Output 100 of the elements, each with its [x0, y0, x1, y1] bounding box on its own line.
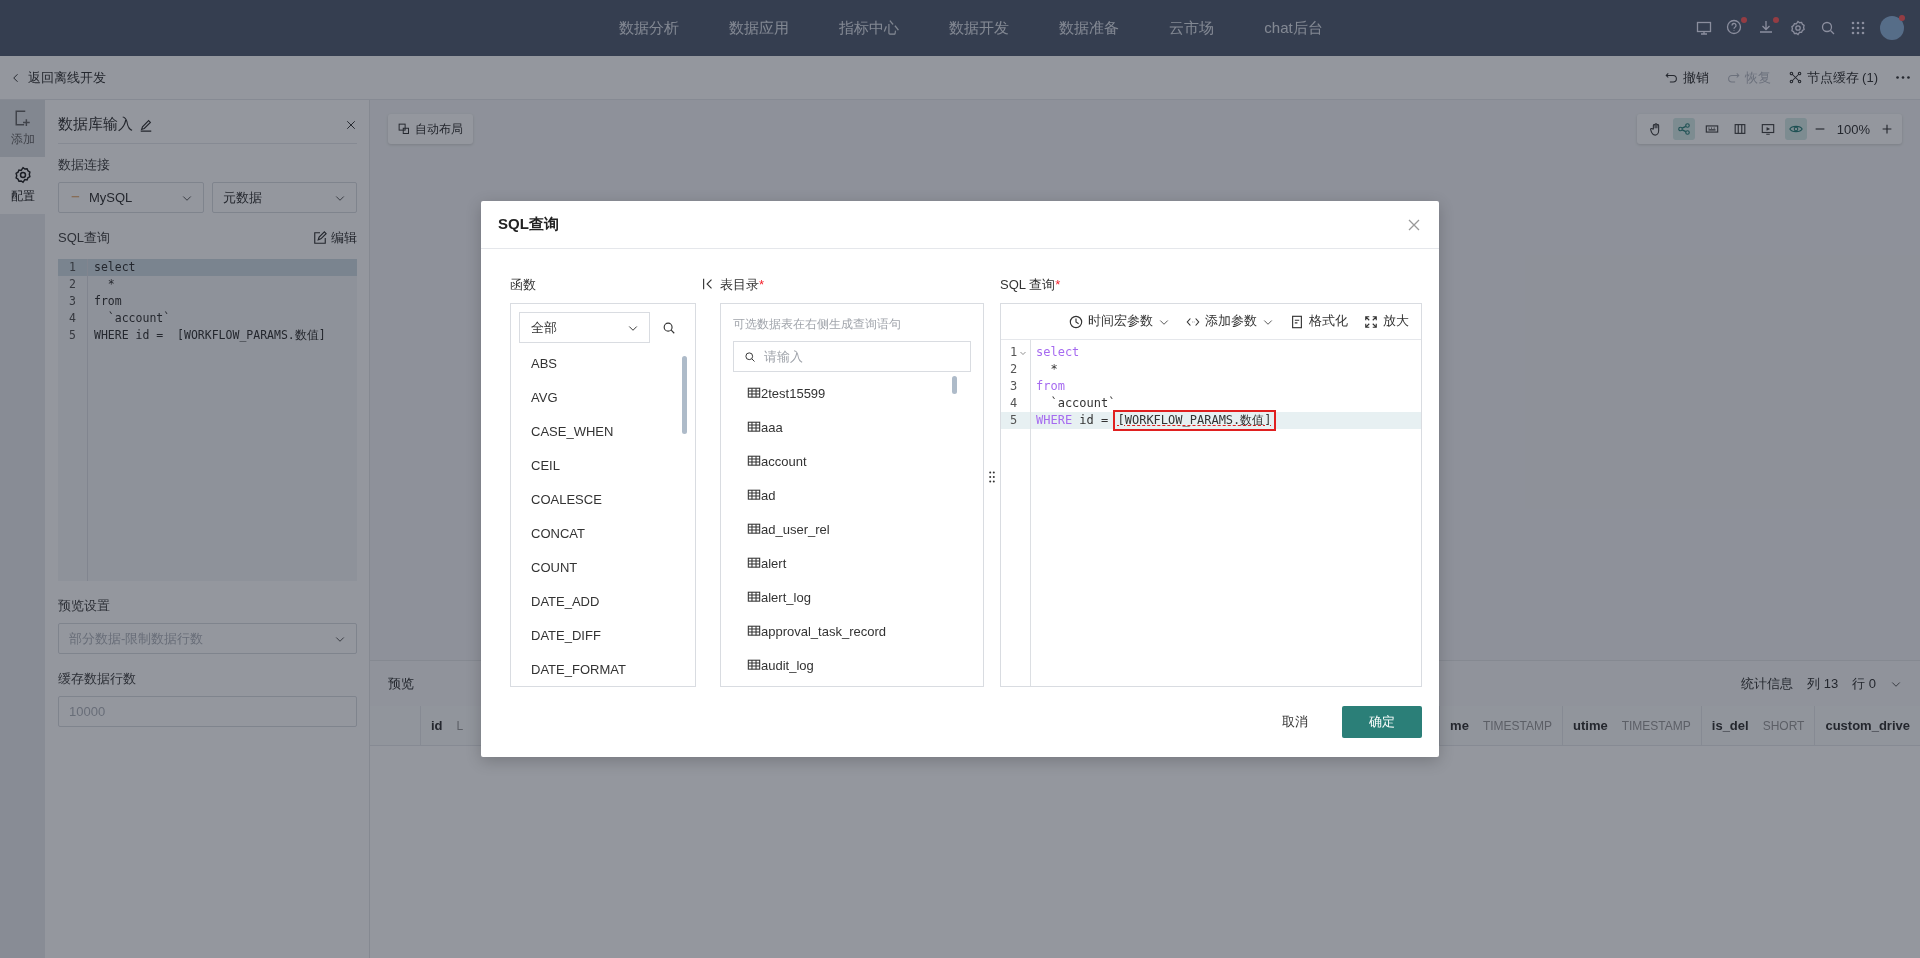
table-item[interactable]: ad: [721, 478, 983, 512]
function-item[interactable]: COALESCE: [511, 482, 695, 517]
scrollbar-thumb[interactable]: [682, 356, 687, 434]
field-label: SQL查询: [58, 229, 110, 247]
sql-keyword: select: [1036, 344, 1080, 361]
line-number: 2: [1010, 361, 1018, 378]
field-label: 数据连接: [58, 156, 111, 174]
layout-icon: [398, 123, 410, 135]
cancel-button[interactable]: 取消: [1260, 706, 1330, 738]
category-select[interactable]: 全部: [519, 312, 650, 343]
function-item[interactable]: CONCAT: [511, 516, 695, 551]
search-icon: [1820, 20, 1836, 36]
connection-select[interactable]: MySQL: [58, 182, 204, 213]
preview-title: 预览: [388, 674, 414, 693]
scrollbar-thumb[interactable]: [952, 376, 957, 394]
sql-keyword: WHERE: [1036, 412, 1073, 429]
help-icon[interactable]: [1726, 19, 1744, 37]
table-item[interactable]: ad_user_rel: [721, 512, 983, 546]
table-item[interactable]: alert_log: [721, 580, 983, 614]
clock-icon: [1069, 314, 1083, 329]
table-item[interactable]: aaa: [721, 410, 983, 444]
settings-icon: [1790, 20, 1806, 36]
confirm-button[interactable]: 确定: [1342, 706, 1422, 738]
node-cache-button[interactable]: 节点缓存 (1): [1788, 68, 1878, 87]
graph-icon: [1676, 122, 1691, 136]
screen-icon: [1760, 122, 1775, 136]
line-number: 3: [1010, 378, 1018, 395]
editor-toolbar-button[interactable]: 时间宏参数: [1069, 313, 1170, 330]
function-item[interactable]: CEIL: [511, 448, 695, 483]
function-item[interactable]: DATE_ADD: [511, 584, 695, 619]
close-icon: [345, 118, 357, 131]
table-item[interactable]: 2test15599: [721, 376, 983, 410]
notification-dot: [1741, 17, 1747, 23]
table-icon: [747, 522, 761, 536]
code-line: WHERE id = [WORKFLOW_PARAMS.数值]: [93, 327, 327, 344]
redo-icon: [1726, 71, 1740, 84]
table-icon: [747, 488, 761, 502]
field-label: 缓存数据行数: [58, 670, 137, 688]
editor-toolbar-button[interactable]: 格式化: [1290, 313, 1348, 330]
function-item[interactable]: COUNT: [511, 550, 695, 585]
catalog-hint: 可选数据表在右侧生成查询语句: [732, 316, 902, 333]
more-icon: [1896, 76, 1910, 79]
auto-layout-button[interactable]: 自动布局: [388, 114, 473, 144]
function-item[interactable]: AVG: [511, 380, 695, 415]
table-icon: [747, 420, 761, 434]
tool-button[interactable]: [1672, 118, 1695, 140]
editor-toolbar-button[interactable]: 添加参数: [1186, 313, 1274, 330]
stats-link[interactable]: 统计信息: [1741, 674, 1794, 693]
field-label: 预览设置: [58, 597, 111, 615]
dialog-title: SQL查询: [498, 215, 559, 234]
line-number: 4: [69, 311, 76, 325]
rail-tab[interactable]: 配置: [0, 157, 45, 214]
notification-dot: [1773, 17, 1779, 23]
search-icon: [662, 320, 676, 335]
table-item[interactable]: audit_log: [721, 648, 983, 682]
table-icon: [747, 454, 761, 468]
column-header: custom_drive: [1814, 706, 1920, 745]
table-item[interactable]: approval_task_record: [721, 614, 983, 648]
table-item[interactable]: account: [721, 444, 983, 478]
question-icon: [1726, 19, 1742, 35]
highlighted-parameter: [WORKFLOW_PARAMS.数值]: [1115, 412, 1274, 429]
document-icon: [1290, 314, 1304, 329]
apps-grid-icon: [1850, 20, 1866, 36]
code-line: `account`: [106, 310, 172, 327]
table-icon: [747, 590, 761, 604]
plus-icon: [1880, 122, 1894, 136]
database-select[interactable]: 元数据: [211, 182, 357, 213]
code-text: *: [1049, 361, 1058, 378]
line-number: 1: [1010, 344, 1018, 361]
add-node-icon: [13, 109, 32, 127]
editor-toolbar-button[interactable]: 放大: [1364, 313, 1409, 330]
line-number: 4: [1010, 395, 1018, 412]
table-icon: [747, 556, 761, 570]
function-item[interactable]: DATE_DIFF: [511, 618, 695, 653]
code-text: `account`: [1049, 395, 1116, 412]
table-search-box[interactable]: 请输入: [733, 341, 971, 372]
undo-button[interactable]: 撤销: [1664, 68, 1709, 87]
edit-icon: [313, 231, 327, 245]
line-number: 5: [1010, 412, 1018, 429]
back-link[interactable]: 返回离线开发: [10, 68, 106, 87]
table-icon: [747, 658, 761, 672]
avatar[interactable]: [1880, 16, 1904, 40]
function-item[interactable]: CASE_WHEN: [511, 414, 695, 449]
table-item[interactable]: alert: [721, 546, 983, 580]
sql-keyword: from: [1036, 378, 1065, 395]
pencil-icon: [139, 117, 153, 132]
edit-button[interactable]: 编辑: [313, 229, 357, 247]
table-icon: [747, 386, 761, 400]
line-number: 2: [69, 277, 76, 291]
section-label: SQL 查询*: [1000, 276, 1061, 294]
line-number: 5: [69, 328, 76, 342]
column-count: 列 13: [1807, 674, 1839, 693]
panel-title: 数据库输入: [58, 115, 133, 134]
search-icon: [744, 350, 756, 363]
tool-button[interactable]: [1784, 118, 1807, 140]
line-number: 3: [69, 294, 76, 308]
function-item[interactable]: ABS: [511, 347, 695, 381]
undo-icon: [1664, 71, 1678, 84]
settings-icon: [13, 166, 32, 184]
function-item[interactable]: DATE_FORMAT: [511, 652, 695, 686]
